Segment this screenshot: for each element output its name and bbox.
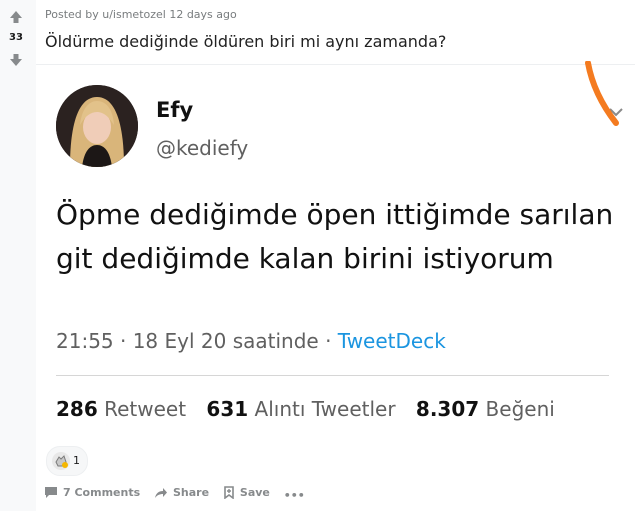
avatar-portrait-icon: [56, 85, 138, 167]
orange-scribble-mark: [585, 61, 619, 126]
share-button[interactable]: Share: [154, 486, 209, 499]
comment-icon: [45, 487, 57, 498]
tweet-client-link: TweetDeck: [337, 329, 446, 353]
tweet-stats: 286 Retweet 631 Alıntı Tweetler 8.307 Be…: [56, 397, 555, 421]
vote-column: 33: [0, 0, 36, 511]
quote-count: 631: [206, 397, 249, 421]
post-title[interactable]: Öldürme dediğinde öldüren biri mi aynı z…: [45, 32, 446, 51]
comments-button[interactable]: 7 Comments: [44, 486, 140, 499]
upvote-arrow-icon[interactable]: [9, 10, 23, 24]
retweet-count: 286: [56, 397, 98, 421]
divider: [56, 375, 609, 376]
post-meta[interactable]: Posted by u/ismetozel 12 days ago: [45, 8, 237, 21]
tweet-time: 21:55 · 18 Eyl 20 saatinde ·: [56, 329, 338, 353]
helpful-award-icon: [52, 452, 70, 470]
retweet-label: Retweet: [104, 397, 187, 421]
more-options-button[interactable]: •••: [284, 489, 305, 502]
tweet-text: Öpme dediğimde öpen ittiğimde sarılan gi…: [56, 198, 614, 275]
bookmark-icon: [224, 486, 234, 499]
share-icon: [154, 488, 167, 498]
avatar: [56, 85, 138, 167]
award-badge[interactable]: 1: [46, 446, 88, 476]
like-count: 8.307: [415, 397, 480, 421]
tweet-screenshot[interactable]: Efy @kediefy Öpme dediğimde öpen ittiğim…: [36, 61, 635, 445]
save-button[interactable]: Save: [223, 486, 270, 499]
tweet-author-handle: @kediefy: [156, 136, 249, 160]
vote-score: 33: [9, 32, 23, 43]
save-label: Save: [239, 486, 270, 499]
quote-label: Alıntı Tweetler: [254, 397, 396, 421]
like-label: Beğeni: [485, 397, 555, 421]
post-actions: 7 Comments Share Save •••: [44, 486, 315, 504]
post-card: Posted by u/ismetozel 12 days ago Öldürm…: [36, 0, 635, 511]
downvote-arrow-icon[interactable]: [9, 53, 23, 67]
award-count: 1: [73, 454, 80, 467]
share-label: Share: [172, 486, 210, 499]
comments-label: 7 Comments: [63, 486, 141, 499]
tweet-author-name: Efy: [156, 98, 194, 122]
tweet-timestamp: 21:55 · 18 Eyl 20 saatinde · TweetDeck: [56, 329, 446, 353]
